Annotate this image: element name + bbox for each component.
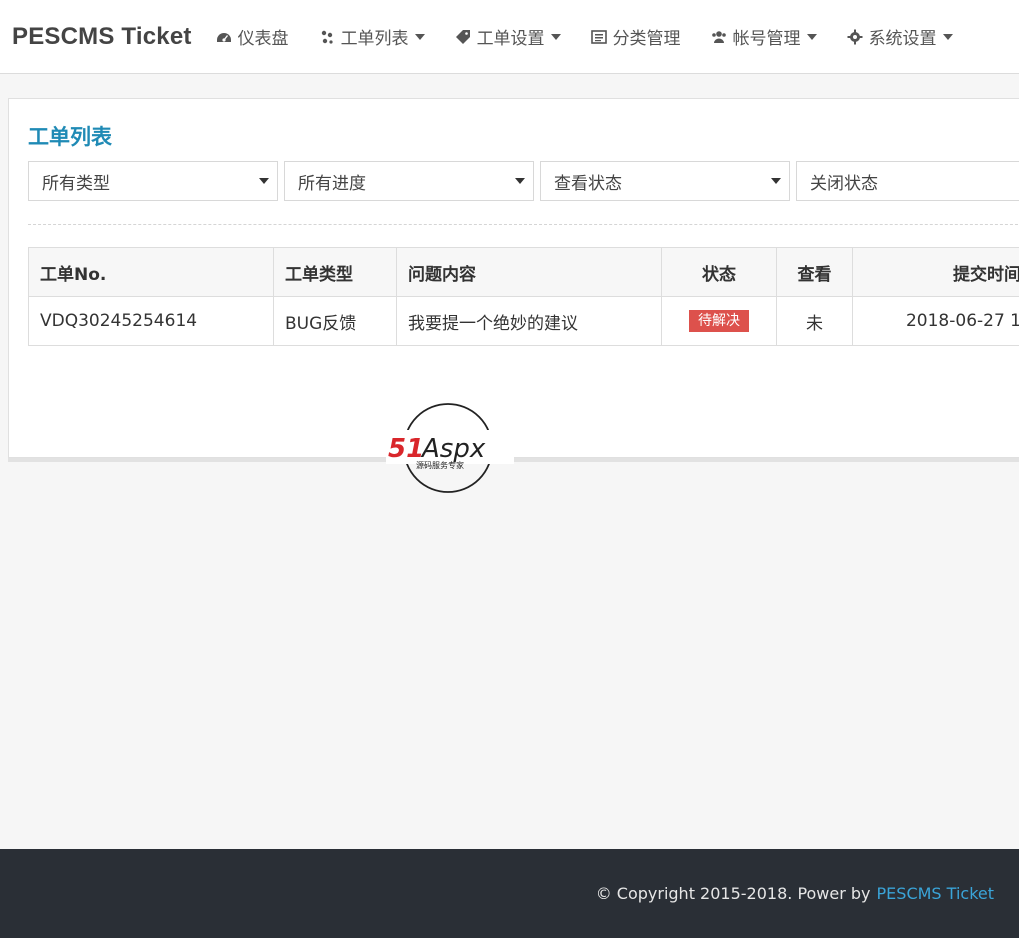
content-cell[interactable]: 我要提一个绝妙的建议: [396, 296, 662, 346]
nav-item-dashboard[interactable]: 仪表盘: [216, 24, 289, 49]
status-cell: 待解决: [661, 296, 777, 346]
nav-item-label: 工单设置: [476, 29, 545, 49]
progress-filter-select[interactable]: 所有进度: [284, 161, 534, 201]
brand-logo[interactable]: PESCMS Ticket: [12, 23, 192, 51]
filter-bar: 所有类型 所有进度 查看状态 关闭状态: [28, 161, 1019, 201]
submit-time-cell: 2018-06-27 1: [852, 296, 1019, 346]
chevron-down-icon: [259, 178, 269, 184]
chevron-down-icon: [515, 178, 525, 184]
users-icon: [711, 30, 726, 43]
chevron-down-icon: [942, 33, 953, 40]
close-status-filter-select[interactable]: 关闭状态: [796, 161, 1019, 201]
ticket-type-cell: BUG反馈: [273, 296, 397, 346]
ticket-list-icon: [321, 30, 333, 44]
viewed-cell: 未: [776, 296, 853, 346]
list-icon: [590, 29, 607, 44]
view-status-filter-select[interactable]: 查看状态: [540, 161, 790, 201]
status-badge: 待解决: [689, 310, 749, 332]
column-header-viewed[interactable]: 查看: [776, 247, 853, 297]
ticket-table: 工单No. 工单类型 问题内容 状态 查看 提交时间 VDQ3024525461…: [28, 247, 1019, 346]
column-header-ticket-no[interactable]: 工单No.: [28, 247, 274, 297]
table-header-row: 工单No. 工单类型 问题内容 状态 查看 提交时间: [28, 247, 1019, 297]
column-header-status[interactable]: 状态: [661, 247, 777, 297]
select-value: 所有进度: [298, 173, 366, 194]
nav-item-label: 系统设置: [868, 29, 937, 49]
gear-icon: [847, 29, 863, 44]
chevron-down-icon: [771, 178, 781, 184]
svg-text:Aspx: Aspx: [420, 434, 486, 464]
type-filter-select[interactable]: 所有类型: [28, 161, 278, 201]
dashboard-icon: [216, 32, 231, 42]
chevron-down-icon: [806, 33, 817, 40]
select-value: 查看状态: [554, 173, 622, 194]
svg-text:源码服务专家: 源码服务专家: [416, 460, 464, 470]
ticket-no-cell[interactable]: VDQ30245254614: [28, 296, 274, 346]
top-navbar: PESCMS Ticket 仪表盘 工单列表 工单设置 分类管理 帐号管理 系统…: [0, 0, 1019, 74]
nav-item-system-settings[interactable]: 系统设置: [847, 24, 953, 49]
table-row[interactable]: VDQ30245254614 BUG反馈 我要提一个绝妙的建议 待解决 未 20…: [28, 296, 1019, 346]
copyright-text: © Copyright 2015-2018. Power by: [595, 884, 871, 903]
select-value: 所有类型: [42, 173, 110, 194]
nav-item-label: 仪表盘: [237, 29, 289, 49]
column-header-submit-time[interactable]: 提交时间: [852, 247, 1019, 297]
nav-item-account-management[interactable]: 帐号管理: [711, 24, 817, 49]
nav-item-ticket-list[interactable]: 工单列表: [319, 24, 425, 49]
nav-item-category-management[interactable]: 分类管理: [590, 24, 681, 49]
nav-item-ticket-settings[interactable]: 工单设置: [455, 24, 561, 49]
watermark-logo: 51 Aspx 源码服务专家: [386, 403, 514, 493]
column-header-ticket-type[interactable]: 工单类型: [273, 247, 397, 297]
chevron-down-icon: [550, 33, 561, 40]
column-header-content[interactable]: 问题内容: [396, 247, 662, 297]
select-value: 关闭状态: [810, 173, 878, 194]
watermark-text: 51: [388, 434, 424, 464]
nav-item-label: 工单列表: [340, 29, 409, 49]
footer-brand-link[interactable]: PESCMS Ticket: [877, 884, 994, 903]
nav-item-label: 帐号管理: [732, 29, 801, 49]
tag-icon: [455, 29, 470, 44]
page-footer: © Copyright 2015-2018. Power by PESCMS T…: [0, 849, 1019, 938]
dashed-divider: [28, 224, 1019, 225]
page-title: 工单列表: [28, 125, 112, 149]
nav-item-label: 分类管理: [612, 29, 681, 49]
chevron-down-icon: [414, 33, 425, 40]
